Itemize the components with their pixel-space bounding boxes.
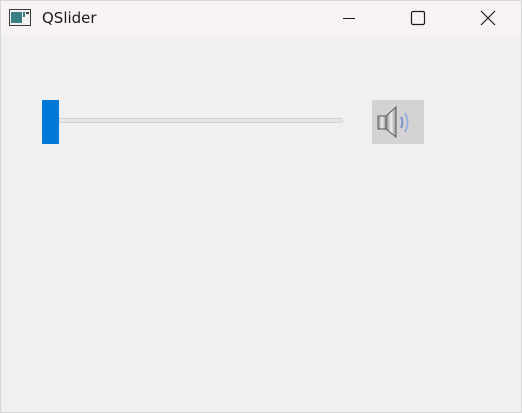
app-window: QSlider	[0, 0, 522, 413]
window-title: QSlider	[42, 9, 97, 27]
speaker-volume-icon	[372, 100, 424, 144]
minimize-button[interactable]	[326, 1, 372, 34]
volume-slider[interactable]	[42, 100, 344, 144]
maximize-icon	[410, 10, 426, 26]
minimize-icon	[341, 10, 357, 26]
title-bar[interactable]: QSlider	[1, 1, 521, 37]
volume-button[interactable]	[372, 100, 424, 144]
app-icon	[9, 9, 31, 26]
close-icon	[480, 10, 496, 26]
slider-handle[interactable]	[42, 100, 59, 144]
maximize-button[interactable]	[395, 1, 441, 34]
slider-track[interactable]	[42, 118, 343, 123]
close-button[interactable]	[465, 1, 511, 34]
